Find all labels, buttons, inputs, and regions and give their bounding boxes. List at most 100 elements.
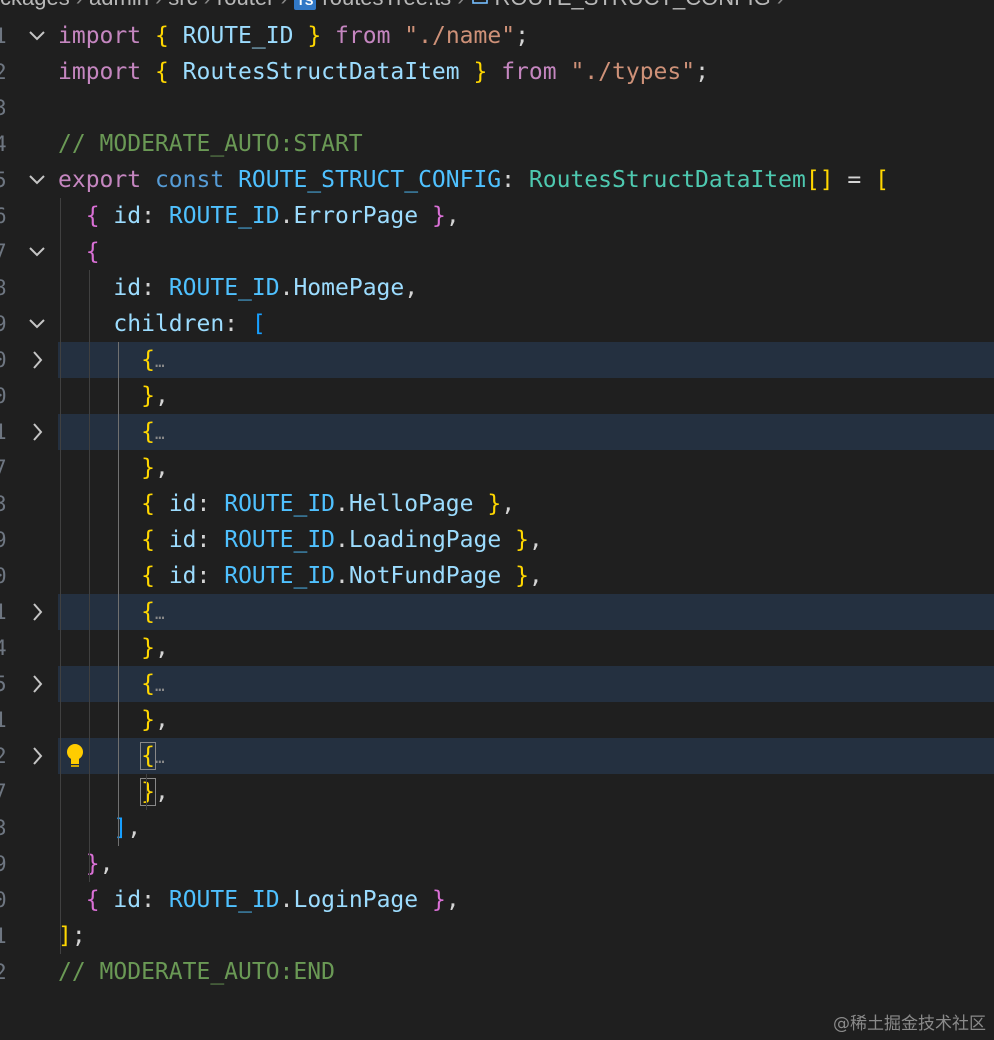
code-line[interactable]: 0 { id: ROUTE_ID.LoginPage }, bbox=[0, 882, 994, 918]
code-line[interactable]: 1 }, bbox=[0, 702, 994, 738]
code-line[interactable]: 3 ], bbox=[0, 810, 994, 846]
code-line[interactable]: 4 // MODERATE_AUTO:START bbox=[0, 126, 994, 162]
code-token: : bbox=[196, 527, 211, 553]
folded-code-line[interactable]: 1 {… bbox=[0, 414, 994, 450]
code-token: HomePage bbox=[293, 275, 405, 301]
code-line[interactable]: 3 bbox=[0, 90, 994, 126]
line-number: 4 bbox=[0, 636, 7, 660]
code-token: ROUTE_ID bbox=[168, 887, 280, 913]
line-number: 0 bbox=[0, 564, 7, 588]
code-token: ROUTE_ID bbox=[224, 491, 336, 517]
breadcrumb-segment[interactable]: router bbox=[217, 0, 274, 10]
code-line[interactable]: 2 // MODERATE_AUTO:END bbox=[0, 954, 994, 990]
breadcrumb-segment[interactable]: src bbox=[168, 0, 197, 10]
code-token: : bbox=[196, 491, 211, 517]
code-line[interactable]: 1 import { ROUTE_ID } from "./name"; bbox=[0, 18, 994, 54]
code-text: { bbox=[58, 234, 100, 270]
code-token: id bbox=[113, 275, 142, 301]
code-text: import { ROUTE_ID } from "./name"; bbox=[58, 18, 529, 54]
code-text: }, bbox=[58, 774, 169, 810]
code-token: { bbox=[141, 347, 155, 373]
code-token: { bbox=[85, 239, 100, 265]
chevron-right-icon: › bbox=[204, 0, 211, 10]
code-token: , bbox=[154, 455, 169, 481]
line-number: 2 bbox=[0, 744, 7, 768]
code-text: {… bbox=[58, 738, 165, 776]
folded-code-line[interactable]: 0 {… bbox=[0, 342, 994, 378]
code-line[interactable]: 6 { id: ROUTE_ID.ErrorPage }, bbox=[0, 198, 994, 234]
code-text: {… bbox=[58, 594, 165, 632]
code-token: ROUTE_ID bbox=[224, 563, 336, 589]
line-number: 0 bbox=[0, 384, 7, 408]
code-text: }, bbox=[58, 450, 169, 486]
line-number: 4 bbox=[0, 132, 7, 156]
symbol-constant-icon bbox=[471, 0, 489, 10]
code-line[interactable]: 7 }, bbox=[0, 450, 994, 486]
chevron-right-icon: › bbox=[76, 0, 83, 10]
code-text: { id: ROUTE_ID.HelloPage }, bbox=[58, 486, 515, 522]
line-number: 1 bbox=[0, 420, 7, 444]
code-text: {… bbox=[58, 414, 165, 452]
code-line[interactable]: 5 export const ROUTE_STRUCT_CONFIG: Route… bbox=[0, 162, 994, 198]
code-token: } bbox=[85, 851, 100, 877]
breadcrumb-segment[interactable]: ROUTE_STRUCT_CONFIG bbox=[495, 0, 771, 10]
line-number: 3 bbox=[0, 492, 7, 516]
folded-code-line[interactable]: 5 {… bbox=[0, 666, 994, 702]
code-token: "./name" bbox=[404, 23, 516, 49]
code-editor[interactable]: 1 import { ROUTE_ID } from "./name"; 2 impo… bbox=[0, 18, 994, 990]
code-line[interactable]: 3 { id: ROUTE_ID.HelloPage }, bbox=[0, 486, 994, 522]
code-line[interactable]: 7 }, bbox=[0, 774, 994, 810]
code-text: ], bbox=[58, 810, 141, 846]
line-number: 5 bbox=[0, 168, 7, 192]
code-token: : bbox=[141, 203, 155, 229]
breadcrumb-segment[interactable]: routesTree.ts bbox=[322, 0, 451, 10]
line-number: 9 bbox=[0, 312, 7, 336]
code-token: ROUTE_STRUCT_CONFIG bbox=[238, 167, 502, 193]
code-token: , bbox=[445, 887, 460, 913]
code-token: ROUTE_ID bbox=[182, 23, 294, 49]
code-line[interactable]: 9 { id: ROUTE_ID.LoadingPage }, bbox=[0, 522, 994, 558]
code-token: { bbox=[85, 887, 100, 913]
code-line[interactable]: 9 children: [ bbox=[0, 306, 994, 342]
code-line[interactable]: 0 }, bbox=[0, 378, 994, 414]
code-line[interactable]: 4 }, bbox=[0, 630, 994, 666]
code-line[interactable]: 1]; bbox=[0, 918, 994, 954]
code-line[interactable]: 8 id: ROUTE_ID.HomePage, bbox=[0, 270, 994, 306]
code-line[interactable]: 7 { bbox=[0, 234, 994, 270]
code-text: {… bbox=[58, 666, 165, 704]
code-line[interactable]: 2 import { RoutesStructDataItem } from ".… bbox=[0, 54, 994, 90]
code-token: HelloPage bbox=[348, 491, 474, 517]
code-token: ROUTE_ID bbox=[168, 275, 280, 301]
code-token: … bbox=[154, 352, 165, 371]
code-token: } bbox=[431, 203, 446, 229]
chevron-right-icon: › bbox=[457, 0, 464, 10]
breadcrumb-segment[interactable]: admin bbox=[89, 0, 149, 10]
code-text: import { RoutesStructDataItem } from "./… bbox=[58, 54, 709, 90]
watermark: @稀土掘金技术社区 bbox=[833, 1014, 986, 1034]
code-token: { bbox=[141, 599, 155, 625]
chevron-right-icon: › bbox=[280, 0, 287, 10]
folded-code-line[interactable]: 1 {… bbox=[0, 594, 994, 630]
breadcrumb: ckages › admin › src › router › TS routesTree.ts ›… bbox=[0, 0, 994, 10]
line-number: 3 bbox=[0, 96, 7, 120]
breadcrumb-segment[interactable]: ckages bbox=[0, 0, 70, 10]
code-line[interactable]: 0 { id: ROUTE_ID.NotFundPage }, bbox=[0, 558, 994, 594]
folded-code-line[interactable]: 2 {… bbox=[0, 738, 994, 774]
code-line[interactable]: 9 }, bbox=[0, 846, 994, 882]
code-token: , bbox=[127, 815, 142, 841]
code-token: { bbox=[154, 23, 169, 49]
code-token: export bbox=[58, 167, 142, 193]
